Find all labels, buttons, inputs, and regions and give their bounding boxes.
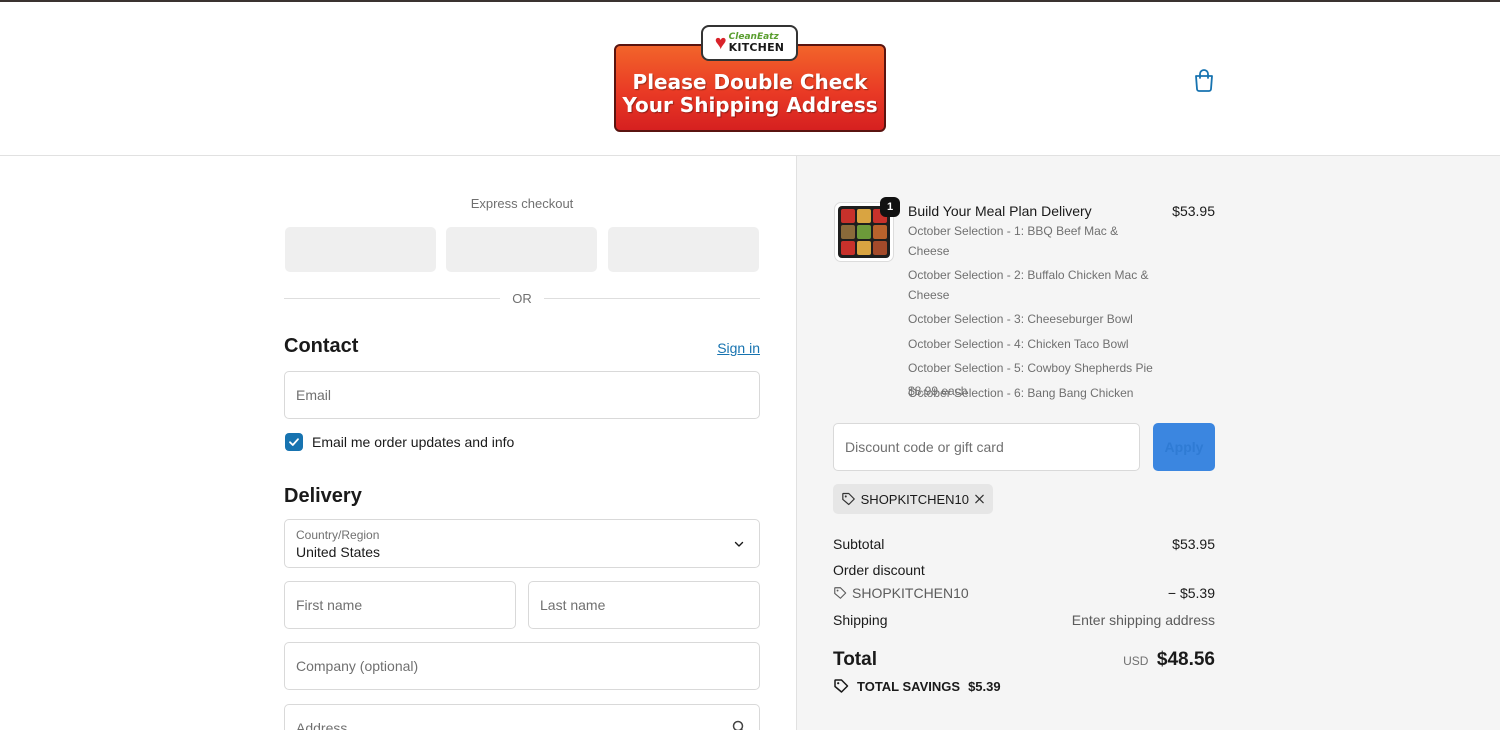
newsletter-label: Email me order updates and info	[312, 434, 515, 450]
banner-line-1: Please Double Check	[632, 70, 868, 94]
total-amount: USD $48.56	[1015, 649, 1215, 671]
email-field[interactable]	[284, 371, 760, 419]
savings-value: $5.39	[968, 678, 1001, 694]
selection-line: October Selection - 3: Cheeseburger Bowl	[908, 312, 1133, 326]
contact-heading: Contact	[284, 335, 359, 357]
store-logo-banner[interactable]: ♥ CleanEatz KITCHEN Please Double Check …	[614, 24, 886, 134]
delivery-heading: Delivery	[284, 485, 362, 507]
quantity-badge: 1	[880, 197, 900, 217]
applied-discount-chip: SHOPKITCHEN10	[833, 484, 993, 514]
product-title: Build Your Meal Plan Delivery	[908, 203, 1092, 219]
selection-line: October Selection - 4: Chicken Taco Bowl	[908, 336, 1129, 351]
product-price: $53.95	[1172, 203, 1215, 219]
shopping-bag-icon[interactable]	[1193, 68, 1215, 92]
apply-discount-button[interactable]: Apply	[1153, 423, 1215, 471]
express-pay-button-2[interactable]	[446, 227, 597, 272]
express-pay-button-3[interactable]	[608, 227, 759, 272]
address-field[interactable]	[284, 704, 760, 730]
product-selections: October Selection - 1: BBQ Beef Mac & Ch…	[908, 222, 1153, 408]
discount-value: − $5.39	[1167, 585, 1215, 601]
country-value: United States	[296, 544, 381, 560]
order-discount-label: Order discount	[833, 562, 925, 578]
shipping-label: Shipping	[833, 612, 888, 628]
tag-icon	[834, 679, 849, 693]
divider-right	[544, 298, 760, 299]
applied-code-text: SHOPKITCHEN10	[860, 491, 970, 507]
subtotal-value: $53.95	[1172, 536, 1215, 552]
selection-line: October Selection - 1: BBQ Beef Mac & Ch…	[908, 224, 1119, 258]
logo-text-line2: KITCHEN	[728, 41, 785, 54]
express-checkout-label: Express checkout	[470, 196, 574, 211]
sign-in-link[interactable]: Sign in	[700, 340, 760, 356]
banner-line-2: Your Shipping Address	[622, 93, 878, 117]
country-label: Country/Region	[296, 528, 380, 542]
checkmark-icon	[289, 438, 299, 446]
shipping-value: Enter shipping address	[1071, 612, 1215, 628]
chevron-down-icon	[734, 541, 744, 547]
close-icon[interactable]	[974, 493, 985, 505]
total-label: Total	[833, 649, 877, 670]
savings-label: TOTAL SAVINGS	[857, 678, 961, 694]
total-savings: TOTAL SAVINGS $5.39	[833, 678, 1001, 694]
divider-left	[284, 298, 500, 299]
discount-code-field[interactable]	[833, 423, 1140, 471]
subtotal-label: Subtotal	[833, 536, 885, 552]
company-field[interactable]	[284, 642, 760, 690]
discount-code-text: SHOPKITCHEN10	[852, 585, 969, 601]
express-pay-button-1[interactable]	[285, 227, 436, 272]
checkout-header: ♥ CleanEatz KITCHEN Please Double Check …	[0, 2, 1500, 156]
currency-code: USD	[1123, 654, 1149, 668]
country-select[interactable]: Country/Region United States	[284, 519, 760, 568]
discount-code-row: SHOPKITCHEN10	[833, 585, 969, 601]
search-icon	[732, 720, 744, 730]
selection-line: October Selection - 5: Cowboy Shepherds …	[908, 361, 1153, 375]
unit-price: $8.99 each	[908, 384, 968, 398]
total-value: $48.56	[1156, 649, 1215, 670]
newsletter-checkbox[interactable]	[285, 433, 303, 451]
tag-icon	[842, 492, 855, 506]
or-divider-label: OR	[512, 291, 532, 306]
last-name-field[interactable]	[528, 581, 760, 629]
first-name-field[interactable]	[284, 581, 516, 629]
selection-line: October Selection - 2: Buffalo Chicken M…	[908, 268, 1149, 302]
store-logo: ♥ CleanEatz KITCHEN	[701, 25, 798, 61]
tag-icon	[834, 587, 847, 599]
heart-icon: ♥	[714, 32, 727, 54]
